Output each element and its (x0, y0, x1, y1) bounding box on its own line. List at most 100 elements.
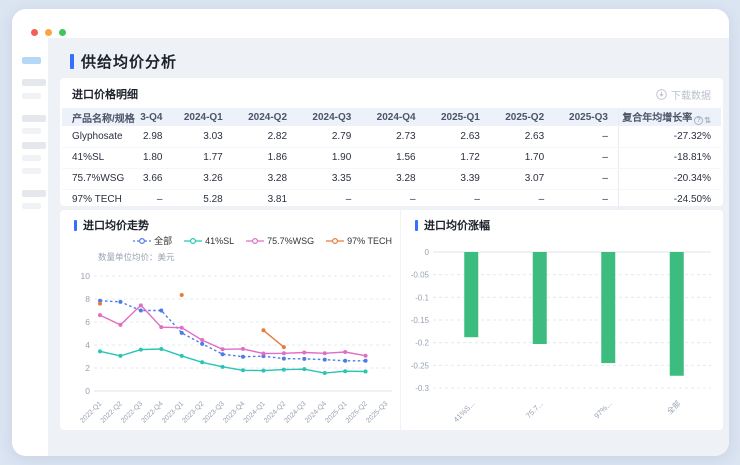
price-cell: 2.79 (297, 126, 361, 147)
cagr-cell: -18.81% (618, 147, 721, 168)
help-icon[interactable]: ? (694, 116, 703, 125)
price-cell: 5.28 (168, 189, 232, 210)
table-row[interactable]: 75.7%WSG3.663.263.283.353.283.393.07–-20… (62, 168, 721, 189)
table-row[interactable]: Glyphosate2.983.032.822.792.732.632.63–-… (62, 126, 721, 147)
price-cell: – (426, 189, 490, 210)
sidebar-item[interactable] (22, 93, 41, 99)
price-cell: – (554, 147, 618, 168)
price-cell: – (361, 189, 425, 210)
line-chart-canvas[interactable]: 02468102022-Q12022-Q22022-Q32022-Q42023-… (66, 264, 396, 426)
product-name-cell: 41%SL (62, 147, 136, 168)
sidebar-item[interactable] (22, 128, 41, 134)
price-cell: 1.80 (136, 147, 168, 168)
window-titlebar (12, 9, 729, 38)
bar-chart-canvas[interactable]: 0-0.05-0.1-0.15-0.2-0.25-0.341%S...75.7.… (405, 238, 719, 424)
sidebar-item[interactable] (22, 155, 41, 161)
legend-item[interactable]: 97% TECH (326, 236, 392, 246)
svg-text:-0.2: -0.2 (415, 339, 429, 348)
product-name-cell: 75.7%WSG (62, 168, 136, 189)
price-cell: 1.90 (297, 147, 361, 168)
price-cell: 1.70 (490, 147, 554, 168)
sidebar-item-active[interactable] (22, 57, 41, 64)
chart-title-accent-bar (415, 220, 418, 231)
legend-marker-icon (326, 237, 344, 245)
legend-marker-icon (133, 237, 151, 245)
price-cell: – (297, 189, 361, 210)
price-cell: 3.03 (168, 126, 232, 147)
main-content: 供给均价分析 进口价格明细 下载数据 产品名称/规格3-Q42024-Q1202… (48, 38, 729, 456)
y-axis-unit-label: 数量单位均价：美元 (98, 251, 175, 263)
price-cell: 2.63 (490, 126, 554, 147)
price-cell: – (554, 126, 618, 147)
line-chart-legend: 全部 41%SL 75.7%WSG 97% TECH (133, 234, 392, 247)
svg-text:全部: 全部 (664, 398, 682, 416)
price-cell: 1.56 (361, 147, 425, 168)
sidebar-item[interactable] (22, 190, 46, 197)
price-cell: – (490, 189, 554, 210)
price-cell: 3.39 (426, 168, 490, 189)
svg-text:-0.1: -0.1 (415, 293, 429, 302)
column-header: 2025-Q2 (490, 108, 554, 126)
sidebar-nav (12, 38, 48, 456)
table-card-title: 进口价格明细 (72, 86, 138, 102)
download-data-button[interactable]: 下载数据 (656, 87, 711, 102)
sidebar-item[interactable] (22, 203, 41, 209)
bar-chart-pane: 进口均价涨幅 0-0.05-0.1-0.15-0.2-0.25-0.341%S.… (400, 210, 723, 430)
column-header: 3-Q4 (136, 108, 168, 126)
svg-text:0: 0 (425, 248, 430, 257)
legend-marker-icon (184, 237, 202, 245)
zoom-window-button[interactable] (59, 29, 66, 36)
svg-text:6: 6 (85, 317, 90, 327)
price-table-body: Glyphosate2.983.032.822.792.732.632.63–-… (62, 126, 721, 210)
legend-item[interactable]: 全部 (133, 234, 172, 247)
price-cell: – (136, 189, 168, 210)
page-title: 供给均价分析 (81, 51, 177, 72)
sidebar-item[interactable] (22, 79, 46, 86)
svg-text:8: 8 (85, 294, 90, 304)
price-cell: 3.81 (233, 189, 297, 210)
title-accent-bar (70, 54, 74, 69)
svg-text:2: 2 (85, 363, 90, 373)
column-header: 2024-Q4 (361, 108, 425, 126)
svg-text:41%S...: 41%S... (452, 399, 477, 424)
price-table-header-row: 产品名称/规格3-Q42024-Q12024-Q22024-Q32024-Q42… (62, 108, 721, 126)
svg-text:97%...: 97%... (592, 399, 613, 420)
svg-text:-0.15: -0.15 (411, 316, 430, 325)
close-window-button[interactable] (31, 29, 38, 36)
sidebar-item[interactable] (22, 142, 46, 149)
legend-item[interactable]: 41%SL (184, 236, 234, 246)
cagr-cell: -27.32% (618, 126, 721, 147)
sorter-icon[interactable]: ⇅ (704, 117, 711, 125)
price-table: 产品名称/规格3-Q42024-Q12024-Q22024-Q32024-Q42… (62, 108, 721, 210)
svg-text:75.7...: 75.7... (524, 399, 545, 420)
price-cell: – (554, 189, 618, 210)
price-cell: 2.63 (426, 126, 490, 147)
price-cell: 3.35 (297, 168, 361, 189)
sidebar-item[interactable] (22, 168, 41, 174)
legend-marker-icon (246, 237, 264, 245)
svg-text:-0.05: -0.05 (411, 271, 430, 280)
price-cell: 1.72 (426, 147, 490, 168)
charts-card: 进口均价走势 全部41%SL75.7%WSG97% TECH 数量单位均价：美元… (60, 210, 723, 430)
price-cell: 1.77 (168, 147, 232, 168)
column-header: 2024-Q2 (233, 108, 297, 126)
price-cell: 3.26 (168, 168, 232, 189)
column-header: 2024-Q3 (297, 108, 361, 126)
svg-text:10: 10 (81, 271, 91, 281)
svg-text:2025-Q3: 2025-Q3 (365, 400, 389, 424)
price-cell: 3.28 (233, 168, 297, 189)
chart-title-accent-bar (74, 220, 77, 231)
price-cell: – (554, 168, 618, 189)
minimize-window-button[interactable] (45, 29, 52, 36)
svg-text:-0.3: -0.3 (415, 384, 429, 393)
table-row[interactable]: 97% TECH–5.283.81–––––-24.50% (62, 189, 721, 210)
sidebar-item[interactable] (22, 115, 46, 122)
table-row[interactable]: 41%SL1.801.771.861.901.561.721.70–-18.81… (62, 147, 721, 168)
download-label: 下载数据 (671, 87, 711, 102)
svg-text:0: 0 (85, 386, 90, 396)
column-header[interactable]: 复合年均增长率?⇅ (618, 108, 721, 126)
price-cell: 3.07 (490, 168, 554, 189)
legend-item[interactable]: 75.7%WSG (246, 236, 314, 246)
product-name-cell: Glyphosate (62, 126, 136, 147)
price-cell: 3.66 (136, 168, 168, 189)
